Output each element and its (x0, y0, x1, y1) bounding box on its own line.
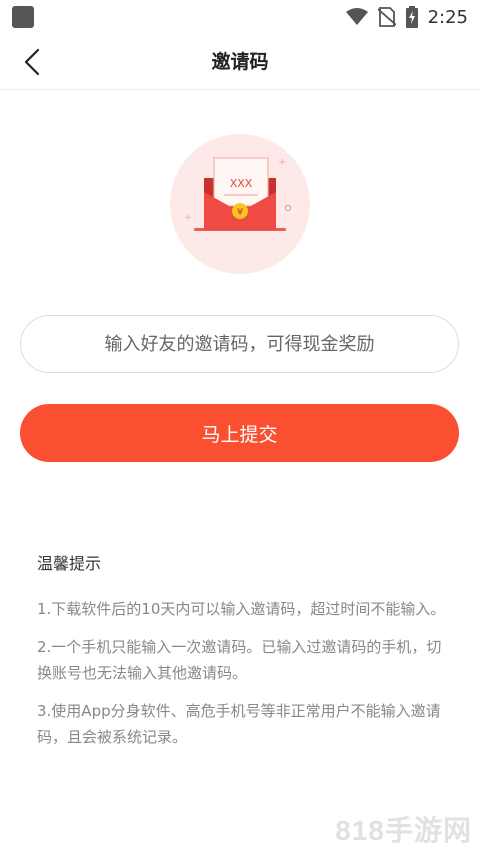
nav-bar: 邀请码 (0, 34, 480, 90)
status-icons: 2:25 (345, 6, 468, 28)
tips-title: 温馨提示 (37, 554, 102, 573)
status-bar: 2:25 (0, 0, 480, 34)
tip-item: 2.一个手机只能输入一次邀请码。已输入过邀请码的手机，切换账号也无法输入其他邀请… (37, 638, 442, 682)
invite-code-field (20, 315, 459, 373)
tips-section: 温馨提示 1.下载软件后的10天内可以输入邀请码，超过时间不能输入。 2.一个手… (37, 550, 449, 762)
wifi-icon (345, 8, 368, 25)
svg-text:+: + (184, 213, 192, 223)
invite-code-input[interactable] (21, 315, 458, 373)
tip-item: 1.下载软件后的10天内可以输入邀请码，超过时间不能输入。 (37, 600, 446, 618)
app-notification-icon (12, 6, 34, 28)
svg-text:+: + (278, 157, 286, 168)
illustration-code-text: XXX (230, 177, 253, 190)
site-watermark: 818手游网 (335, 815, 472, 846)
tip-item: 3.使用App分身软件、高危手机号等非正常用户不能输入邀请码，且会被系统记录。 (37, 702, 441, 746)
red-envelope-illustration: + + XXX ¥ (170, 134, 310, 274)
page-title: 邀请码 (211, 51, 269, 73)
currency-symbol: ¥ (237, 207, 243, 218)
status-time: 2:25 (427, 6, 468, 28)
submit-button[interactable]: 马上提交 (20, 404, 459, 462)
battery-charging-icon (405, 6, 418, 28)
no-sim-icon (377, 7, 396, 27)
